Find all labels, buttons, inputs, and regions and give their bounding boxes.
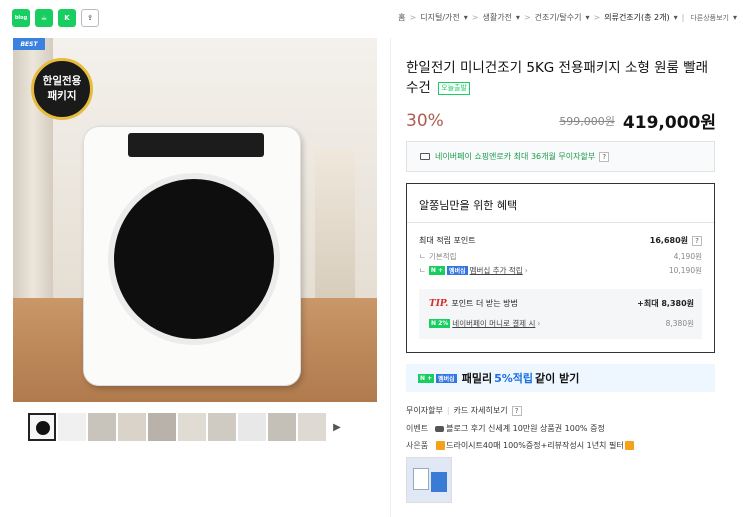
- gift-icon: [436, 441, 446, 450]
- discount-rate: 30%: [406, 110, 444, 131]
- thumbnail[interactable]: [178, 413, 206, 441]
- divider: [390, 38, 391, 517]
- thumbnail[interactable]: [208, 413, 236, 441]
- breadcrumb-living[interactable]: 생활가전: [482, 12, 511, 23]
- talk-share-icon[interactable]: K: [58, 9, 76, 27]
- next-thumbnail-button[interactable]: ▶: [328, 413, 346, 441]
- max-points-row: 최대 적립 포인트 16,680원 ?: [419, 235, 702, 246]
- benefit-title: 알쫑님만을 위한 혜택: [419, 199, 518, 212]
- card-icon: [420, 153, 430, 160]
- tip-box: TIP. 포인트 더 받는 방법 +최대 8,380원 N 2% 네이버페이 머…: [419, 289, 702, 339]
- other-products-link[interactable]: 다른상품보기: [690, 13, 729, 23]
- benefit-box: 알쫑님만을 위한 혜택 최대 적립 포인트 16,680원 ? ㄴ 기본적립 4…: [406, 183, 715, 353]
- thumbnail[interactable]: [28, 413, 56, 441]
- membership-badge: 멤버십: [436, 373, 457, 383]
- npay-money-row[interactable]: N 2% 네이버페이 머니로 결제 시 › 8,380원: [429, 318, 694, 329]
- dryer-image: [83, 126, 301, 386]
- gift-product-thumbnail[interactable]: [406, 457, 452, 503]
- breadcrumb-digital[interactable]: 디지털/가전: [420, 12, 460, 23]
- breadcrumb-home[interactable]: 홈: [398, 12, 405, 23]
- best-badge: BEST: [13, 38, 45, 50]
- npay-installment-box[interactable]: 네이버페이 쇼핑앤로카 최대 36개월 무이자할부 ?: [406, 141, 715, 172]
- thumbnail[interactable]: [238, 413, 266, 441]
- product-main-image[interactable]: BEST 한일전용 패키지: [13, 38, 377, 402]
- card-detail-link[interactable]: 카드 자세히보기: [454, 405, 508, 416]
- thumbnail[interactable]: [58, 413, 86, 441]
- share-icon[interactable]: ⇪: [81, 9, 99, 27]
- camera-icon: [435, 425, 445, 432]
- thumbnail[interactable]: [148, 413, 176, 441]
- membership-points-row[interactable]: ㄴ N + 멤버십 멤버십 추가 적립 › 10,190원: [419, 265, 702, 276]
- membership-badge: 멤버십: [447, 266, 468, 275]
- installment-row: 무이자할부 | 카드 자세히보기 ?: [406, 405, 522, 416]
- share-icons: blog ☕ K ⇪: [12, 9, 99, 27]
- thumbnail-strip: ▶: [28, 413, 346, 441]
- breadcrumb: 홈 > 디지털/가전 ▾ > 생활가전 ▾ > 건조기/탈수기 ▾ > 의류건조기(총 2개)…: [398, 12, 737, 23]
- help-icon[interactable]: ?: [599, 151, 610, 162]
- final-price: 419,000원: [622, 113, 716, 133]
- blog-share-icon[interactable]: blog: [12, 9, 30, 27]
- help-icon[interactable]: ?: [692, 235, 702, 246]
- npay-plus-badge: N +: [428, 266, 446, 275]
- breadcrumb-dryer[interactable]: 건조기/탈수기: [535, 12, 582, 23]
- thumbnail[interactable]: [298, 413, 326, 441]
- original-price: 599,000원: [559, 114, 615, 128]
- family-benefit-banner[interactable]: N + 멤버십 패밀리 5%적립 같이 받기: [406, 364, 715, 392]
- package-badge: 한일전용 패키지: [31, 58, 93, 120]
- breadcrumb-current[interactable]: 의류건조기(총 2개): [604, 12, 669, 23]
- product-title: 한일전기 미니건조기 5KG 전용패키지 소형 원룸 빨래 수건 오늘출발: [406, 60, 709, 96]
- today-shipping-tag: 오늘출발: [438, 81, 470, 95]
- cafe-share-icon[interactable]: ☕: [35, 9, 53, 27]
- thumbnail[interactable]: [118, 413, 146, 441]
- basic-points-row: ㄴ 기본적립 4,190원: [419, 252, 702, 261]
- top-bar: blog ☕ K ⇪ 홈 > 디지털/가전 ▾ > 생활가전 ▾ > 건조기/탈수기 ▾ > …: [0, 0, 743, 36]
- tip-row: TIP. 포인트 더 받는 방법 +최대 8,380원: [429, 298, 694, 309]
- npay-money-badge: N 2%: [429, 319, 451, 328]
- thumbnail[interactable]: [88, 413, 116, 441]
- price-row: 30% 599,000원 419,000원: [406, 108, 716, 134]
- product-info: 한일전기 미니건조기 5KG 전용패키지 소형 원룸 빨래 수건 오늘출발: [406, 58, 716, 98]
- help-icon[interactable]: ?: [511, 405, 522, 416]
- event-row: 이벤트 블로그 후기 신세계 10만원 상품권 100% 증정: [406, 424, 605, 433]
- npay-plus-badge: N +: [418, 373, 435, 383]
- thumbnail[interactable]: [268, 413, 296, 441]
- gift-icon: [624, 441, 634, 450]
- gift-row: 사은품 드라이시트40매 100%증정+리뷰작성시 1년치 필터: [406, 440, 635, 451]
